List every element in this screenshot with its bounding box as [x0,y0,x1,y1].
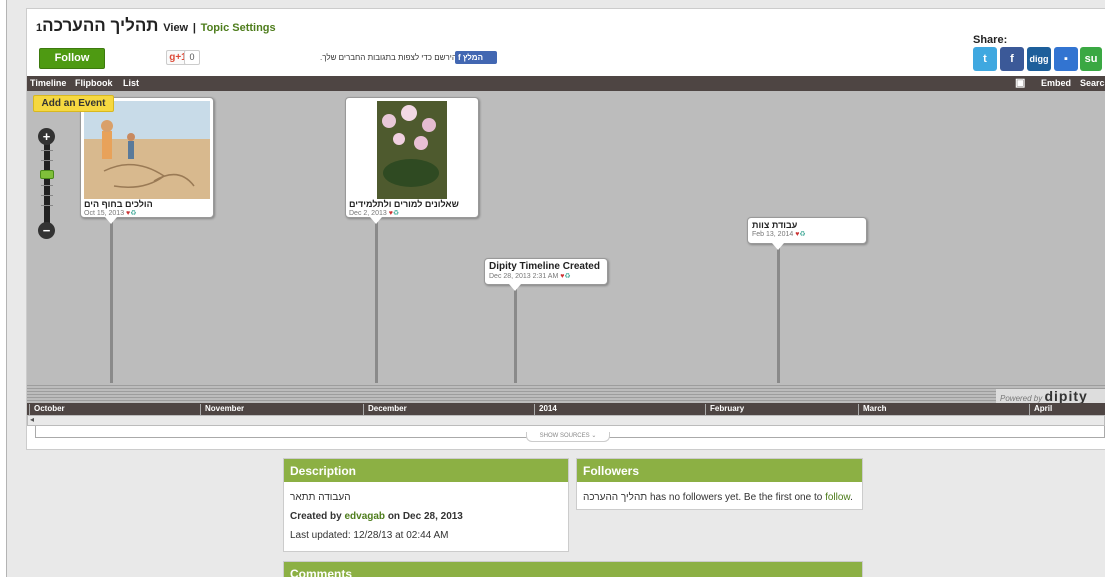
description-body: העבודה תתאר Created by edvagab on Dec 28… [284,482,568,551]
event-date: Oct 15, 2013 ♥♻ [84,209,210,217]
tab-timeline[interactable]: Timeline [30,78,66,88]
created-date: on Dec 28, 2013 [387,511,463,522]
timeline-scrollbar[interactable]: ◂ [27,415,1105,426]
share-icon[interactable]: ♻ [393,210,399,217]
event-stem [777,247,780,385]
topic-title: תהליך ההערכה [42,16,159,35]
search-link[interactable]: Search [1080,78,1105,88]
event-date-text: Dec 2, 2013 [349,210,387,217]
event-date-text: Feb 13, 2014 [752,231,794,238]
scroll-left-icon[interactable]: ◂ [30,415,34,424]
powered-by: Powered by dipity [996,389,1105,403]
description-box: Description העבודה תתאר Created by edvag… [283,458,569,552]
month-label: April [1029,404,1052,415]
month-label: March [858,404,887,415]
embed-link[interactable]: Embed [1041,78,1071,88]
event-card[interactable]: הולכים בחוף הים Oct 15, 2013 ♥♻ [80,97,214,224]
event-stem [110,220,113,385]
zoom-slider-handle[interactable] [40,170,54,179]
share-icon[interactable]: ♻ [799,231,805,238]
event-title: עבודת צוות [752,220,798,230]
event-date: Dec 28, 2013 2:31 AM ♥♻ [489,272,603,280]
description-text: העבודה תתאר [290,492,351,503]
followers-box: Followers תהליך ההערכה has no followers … [576,458,863,510]
event-stem [375,220,378,385]
add-event-button[interactable]: Add an Event [33,95,114,112]
event-date: Feb 13, 2014 ♥♻ [752,230,862,238]
description-heading: Description [284,459,568,482]
zoom-tick [41,185,53,186]
window-left-edge [0,0,7,577]
event-card[interactable]: עבודת צוות Feb 13, 2014 ♥♻ [747,217,867,250]
followers-text: תהליך ההערכה has no followers yet. Be th… [583,492,823,503]
share-icon[interactable]: ♻ [130,210,136,217]
event-date: Dec 2, 2013 ♥♻ [349,209,475,217]
last-updated: Last updated: 12/28/13 at 02:44 AM [290,530,449,541]
follow-button[interactable]: Follow [39,48,105,69]
created-by-line: Created by edvagab on Dec 28, 2013 [290,507,562,526]
topic-settings-link[interactable]: Topic Settings [201,22,276,34]
timeline-toolbar: Timeline Flipbook List ▣ Embed Search [27,76,1105,91]
followers-heading: Followers [577,459,862,482]
facebook-icon[interactable]: f [1000,47,1024,71]
month-label: November [200,404,244,415]
month-label: February [705,404,744,415]
powered-by-label: Powered by [1000,394,1043,403]
comments-box: Comments [283,561,863,577]
zoom-tick [41,160,53,161]
card-pointer [105,217,117,224]
fullscreen-icon[interactable]: ▣ [1015,76,1025,89]
window-top-strip [0,0,1105,6]
followers-body: תהליך ההערכה has no followers yet. Be th… [577,482,862,513]
stumbleupon-icon[interactable]: su [1080,47,1102,71]
topic-title-row: תהליך ההערכה1 View | Topic Settings [36,16,276,36]
event-title: Dipity Timeline Created [489,261,600,272]
zoom-tick [41,150,53,151]
event-title: שאלונים למורים ולתלמידים [349,199,459,209]
show-sources-button[interactable]: SHOW SOURCES ⌄ [526,432,610,442]
event-date-text: Oct 15, 2013 [84,210,125,217]
event-date-text: Dec 28, 2013 2:31 AM [489,273,559,280]
month-label: December [363,404,407,415]
creator-link[interactable]: edvagab [344,511,385,522]
twitter-icon[interactable]: t [973,47,997,71]
timeline-month-ruler: October November December 2014 February … [27,403,1105,415]
card-pointer [772,243,784,250]
card-pointer [509,284,521,291]
view-link[interactable]: View [163,22,188,34]
share-icon[interactable]: ♻ [564,273,570,280]
dipity-logo: dipity [1044,388,1088,404]
share-label: Share: [973,34,1008,46]
month-label: October [29,404,65,415]
zoom-out-button[interactable]: − [38,222,55,239]
card-pointer [370,217,382,224]
show-sources-label: SHOW SOURCES [539,433,590,439]
facebook-recommend-label: המלץ [462,53,484,62]
zoom-in-button[interactable]: + [38,128,55,145]
timeline-floor [27,383,1105,403]
event-stem [514,288,517,385]
tab-flipbook[interactable]: Flipbook [75,78,113,88]
event-card[interactable]: Dipity Timeline Created Dec 28, 2013 2:3… [484,258,608,291]
zoom-tick [41,195,53,196]
gplus-count: 0 [184,50,200,65]
delicious-icon[interactable]: ▪ [1054,47,1078,71]
zoom-tick [41,205,53,206]
tab-list[interactable]: List [123,78,139,88]
chevron-down-icon: ⌄ [591,433,597,439]
created-by-label: Created by [290,511,342,522]
zoom-slider-track[interactable] [44,138,50,226]
digg-icon[interactable]: digg [1027,47,1051,71]
event-photo-beach [84,101,210,199]
facebook-note: הירשם כדי לצפות בתגובות החברים שלך. [320,53,457,62]
comments-heading: Comments [284,562,862,577]
follow-link[interactable]: follow [825,492,850,503]
title-separator: | [192,22,196,34]
event-title: הולכים בחוף הים [84,199,153,209]
facebook-recommend-button[interactable]: f המלץ [455,51,497,64]
event-card[interactable]: שאלונים למורים ולתלמידים Dec 2, 2013 ♥♻ [345,97,479,224]
month-label: 2014 [534,404,557,415]
followers-end: . [850,492,853,503]
event-photo-flowers [349,101,475,199]
